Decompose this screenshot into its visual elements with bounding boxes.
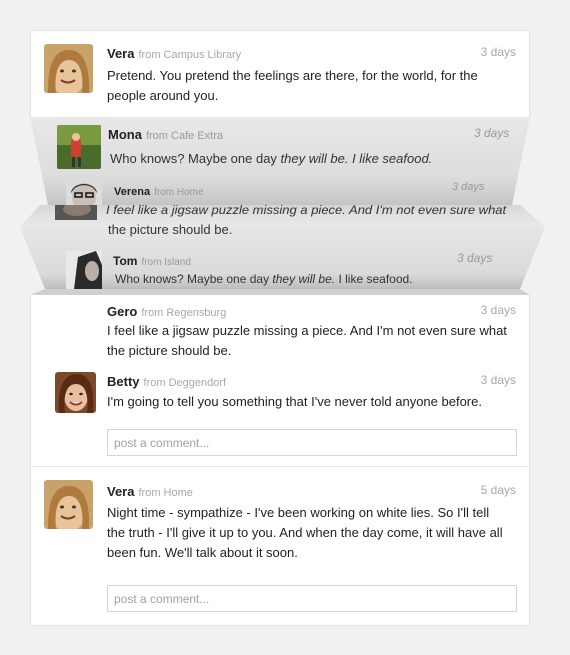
post-time: 3 days <box>480 45 516 59</box>
post-location: from Home <box>138 487 193 499</box>
folded-comments-region[interactable]: Mona from Cafe Extra 3 days Who knows? Ma… <box>0 117 570 295</box>
post-text: Pretend. You pretend the feelings are th… <box>107 68 478 103</box>
betty-photo-icon <box>55 372 96 413</box>
avatar-tom[interactable] <box>66 251 102 289</box>
tom-photo-icon <box>66 251 102 289</box>
verena-location: from Home <box>154 187 204 198</box>
post-location: from Campus Library <box>138 49 242 61</box>
mona-author[interactable]: Mona <box>108 127 142 142</box>
mona-text: Who knows? Maybe one day they will be. I… <box>110 151 433 166</box>
verena-author[interactable]: Verena <box>114 186 150 198</box>
avatar-verena[interactable] <box>66 179 102 205</box>
tom-location: from Island <box>141 257 191 268</box>
gero-text: I feel like a jigsaw puzzle missing a pi… <box>107 323 507 358</box>
avatar-partial <box>55 205 97 220</box>
gero-location: from Regensburg <box>141 307 227 319</box>
betty-location: from Deggendorf <box>143 377 227 389</box>
tom-author[interactable]: Tom <box>113 254 137 268</box>
fold-partial-text: I feel like a jigsaw puzzle missing a pi… <box>106 203 507 217</box>
verena-time: 3 days <box>452 181 485 193</box>
tom-text: Who knows? Maybe one day they will be. I… <box>115 272 413 286</box>
comment-input-bottom[interactable] <box>107 585 517 612</box>
betty-time: 3 days <box>480 373 516 387</box>
comment-input-thread[interactable] <box>107 429 517 456</box>
post-time: 5 days <box>480 483 516 497</box>
betty-text: I'm going to tell you something that I'v… <box>107 394 482 409</box>
avatar-vera[interactable] <box>44 44 93 93</box>
fold-partial-text-2: the picture should be. <box>108 222 233 237</box>
post-card-thread: Gero from Regensburg 3 days I feel like a… <box>30 295 530 467</box>
post-card-top: Vera from Campus Library 3 days Pretend. … <box>30 30 530 117</box>
post-card-bottom: Vera from Home 5 days Night time - sympat… <box>30 467 530 626</box>
avatar-vera-bottom[interactable] <box>44 480 93 529</box>
post-author[interactable]: Vera <box>107 484 134 499</box>
gero-time: 3 days <box>480 303 516 317</box>
partial-photo-icon <box>55 205 97 220</box>
gero-author[interactable]: Gero <box>107 304 137 319</box>
avatar-betty[interactable] <box>55 372 96 413</box>
post-author[interactable]: Vera <box>107 46 134 61</box>
betty-author[interactable]: Betty <box>107 374 140 389</box>
avatar-mona[interactable] <box>57 125 101 169</box>
mona-time: 3 days <box>474 126 510 140</box>
post-text: Night time - sympathize - I've been work… <box>107 505 503 560</box>
mona-location: from Cafe Extra <box>145 130 223 142</box>
verena-photo-icon <box>66 179 102 205</box>
mona-photo-icon <box>57 125 101 169</box>
tom-time: 3 days <box>457 251 493 265</box>
vera-photo-icon <box>44 480 93 529</box>
vera-photo-icon <box>44 44 93 93</box>
